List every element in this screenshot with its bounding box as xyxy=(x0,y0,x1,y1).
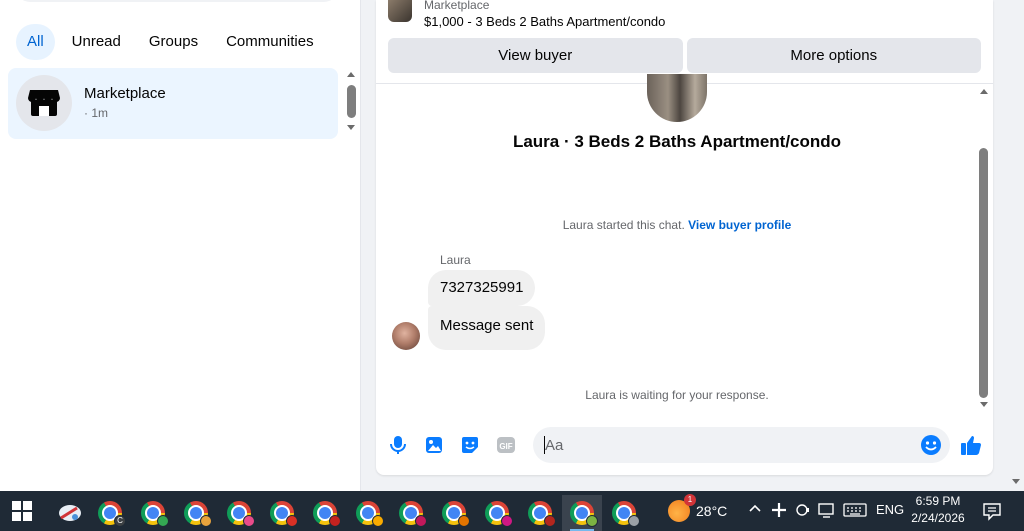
taskbar-chrome-icon[interactable] xyxy=(477,495,517,531)
filter-unread[interactable]: Unread xyxy=(61,24,132,60)
windows-taskbar: C 1 28°C ENG 6:59 PM 2/24/2026 xyxy=(0,491,1024,531)
gif-icon[interactable]: GIF xyxy=(494,433,518,457)
taskbar-chrome-icon[interactable] xyxy=(305,495,345,531)
taskbar-chrome-icon[interactable] xyxy=(262,495,302,531)
windows-start-icon[interactable] xyxy=(12,501,32,521)
scroll-up-arrow-icon[interactable] xyxy=(980,89,988,94)
search-field[interactable] xyxy=(16,0,338,2)
filter-groups[interactable]: Groups xyxy=(138,24,209,60)
filter-communities[interactable]: Communities xyxy=(215,24,325,60)
item-source-label: Marketplace xyxy=(424,0,490,12)
weather-temperature: 28°C xyxy=(696,503,728,519)
chat-scrollbar[interactable] xyxy=(976,86,992,413)
marketplace-store-icon xyxy=(16,75,72,131)
message-bubble[interactable]: Message sent xyxy=(428,306,546,350)
filter-chips: All Unread Groups Communities xyxy=(16,24,325,60)
listing-thumbnail xyxy=(388,0,412,22)
sender-avatar[interactable] xyxy=(392,322,420,350)
listing-actions: View buyer More options xyxy=(388,38,981,73)
conversation-item-marketplace[interactable]: Marketplace · 1m xyxy=(8,68,338,139)
chat-started-notice: Laura started this chat. View buyer prof… xyxy=(376,218,978,232)
message-input[interactable] xyxy=(533,427,950,463)
listing-photo xyxy=(647,74,707,122)
chat-list-scrollbar[interactable] xyxy=(343,68,359,136)
message-composer: GIF xyxy=(376,424,993,466)
scrollbar-thumb[interactable] xyxy=(347,85,356,118)
snipping-tool-icon[interactable] xyxy=(50,495,90,531)
taskbar-chrome-icon[interactable] xyxy=(176,495,216,531)
taskbar-chrome-icon[interactable] xyxy=(434,495,474,531)
text-caret xyxy=(544,436,545,454)
taskbar-chrome-icon[interactable] xyxy=(391,495,431,531)
waiting-notice: Laura is waiting for your response. xyxy=(585,388,769,402)
taskbar-chrome-icon[interactable] xyxy=(133,495,173,531)
taskbar-chrome-icon[interactable] xyxy=(520,495,560,531)
item-title[interactable]: $1,000 - 3 Beds 2 Baths Apartment/condo xyxy=(424,14,665,29)
language-indicator[interactable]: ENG xyxy=(876,502,904,517)
network-icon[interactable] xyxy=(818,502,836,521)
window-scroll-down-arrow-icon[interactable] xyxy=(1012,479,1020,484)
weather-sun-icon: 1 xyxy=(668,494,696,522)
scrollbar-thumb[interactable] xyxy=(979,148,988,398)
weather-widget[interactable]: 1 28°C xyxy=(668,494,728,522)
clock-date: 2/24/2026 xyxy=(911,511,965,525)
plus-icon[interactable] xyxy=(771,502,787,521)
scroll-down-arrow-icon[interactable] xyxy=(347,125,355,130)
notification-center-icon[interactable] xyxy=(982,501,1002,521)
taskbar-chrome-icon[interactable] xyxy=(219,495,259,531)
microphone-icon[interactable] xyxy=(386,433,410,457)
chat-started-text: Laura started this chat. xyxy=(562,218,685,232)
camera-icon[interactable] xyxy=(796,502,810,521)
view-buyer-profile-link[interactable]: View buyer profile xyxy=(688,218,791,232)
message-bubble[interactable]: 7327325991 xyxy=(428,270,536,306)
listing-title: Laura · 3 Beds 2 Baths Apartment/condo xyxy=(512,132,842,151)
conversation-title: Marketplace xyxy=(84,85,166,102)
chat-panel: Marketplace $1,000 - 3 Beds 2 Baths Apar… xyxy=(376,0,993,475)
taskbar-chrome-icon[interactable] xyxy=(604,495,644,531)
message-sender-name: Laura xyxy=(440,253,471,267)
chat-list-panel: All Unread Groups Communities Marketplac… xyxy=(0,0,361,491)
taskbar-chrome-icon[interactable] xyxy=(348,495,388,531)
emoji-icon[interactable] xyxy=(919,433,943,457)
weather-badge: 1 xyxy=(684,494,696,506)
view-buyer-button[interactable]: View buyer xyxy=(388,38,683,73)
keyboard-icon[interactable] xyxy=(843,502,867,521)
system-clock[interactable]: 6:59 PM 2/24/2026 xyxy=(906,493,970,527)
scroll-up-arrow-icon[interactable] xyxy=(347,72,355,77)
filter-all[interactable]: All xyxy=(16,24,55,60)
conversation-time: · 1m xyxy=(84,106,108,120)
taskbar-chrome-icon-active[interactable] xyxy=(562,495,602,531)
thumbs-up-icon[interactable] xyxy=(959,433,983,457)
svg-text:GIF: GIF xyxy=(499,442,512,451)
clock-time: 6:59 PM xyxy=(915,494,961,508)
sticker-icon[interactable] xyxy=(458,433,482,457)
image-icon[interactable] xyxy=(422,433,446,457)
taskbar-chrome-icon[interactable]: C xyxy=(90,495,130,531)
scroll-down-arrow-icon[interactable] xyxy=(980,402,988,407)
more-options-button[interactable]: More options xyxy=(686,38,981,73)
show-hidden-icons-chevron-icon[interactable] xyxy=(748,502,762,519)
